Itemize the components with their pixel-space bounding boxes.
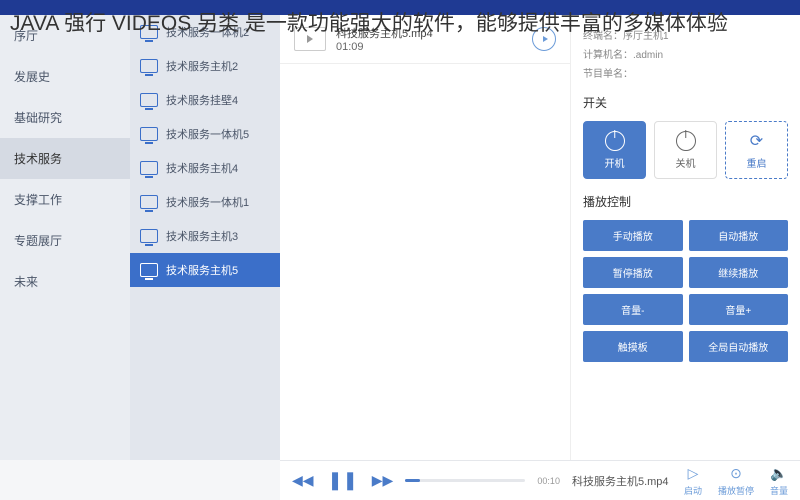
host-item[interactable]: 技术服务主机3 (130, 219, 280, 253)
volume-down-button[interactable]: 音量- (583, 294, 683, 325)
host-item[interactable]: 技术服务一体机1 (130, 185, 280, 219)
nav-item-history[interactable]: 发展史 (0, 56, 130, 97)
video-duration: 01:09 (336, 41, 522, 53)
monitor-icon (140, 93, 158, 107)
speaker-icon: 🔈 (770, 465, 787, 482)
player-bar: ◀◀ ❚❚ ▶▶ 00:10 科技服务主机5.mp4 ▷ 启动 ⊙ 播放暂停 🔈 音量 (280, 460, 800, 500)
pause-button[interactable]: ❚❚ (328, 470, 358, 491)
monitor-icon (140, 127, 158, 141)
host-label: 技术服务主机4 (166, 160, 238, 176)
host-item[interactable]: 技术服务一体机5 (130, 117, 280, 151)
terminal-name-value: 序厅主机1 (623, 31, 669, 42)
host-label: 技术服务主机3 (166, 228, 238, 244)
now-playing-title: 科技服务主机5.mp4 (572, 473, 672, 489)
monitor-icon (140, 195, 158, 209)
host-item[interactable]: 技术服务主机5 (130, 253, 280, 287)
pause-label: 播放暂停 (718, 484, 754, 497)
progress-bar[interactable] (405, 479, 525, 482)
computer-name-value: .admin (633, 50, 663, 61)
monitor-icon (140, 263, 158, 277)
monitor-icon (140, 25, 158, 39)
host-item[interactable]: 技术服务挂壁4 (130, 83, 280, 117)
power-icon (676, 131, 696, 151)
volume-up-button[interactable]: 音量+ (689, 294, 789, 325)
restart-icon: ⟳ (747, 131, 767, 151)
host-label: 技术服务主机2 (166, 58, 238, 74)
power-icon (605, 131, 625, 151)
host-label: 技术服务一体机5 (166, 126, 249, 142)
nav-item-exhibition[interactable]: 专题展厅 (0, 220, 130, 261)
nav-sidebar: 序厅 发展史 基础研究 技术服务 支撑工作 专题展厅 未来 (0, 15, 130, 460)
video-header: 科技服务主机5.mp4 01:09 (280, 15, 570, 64)
power-off-label: 关机 (676, 155, 696, 170)
computer-name-label: 计算机名： (583, 50, 633, 61)
start-label: 启动 (684, 484, 702, 497)
progress-fill (405, 479, 419, 482)
start-action[interactable]: ▷ 启动 (684, 465, 702, 497)
stop-icon: ⊙ (730, 465, 742, 482)
power-on-label: 开机 (605, 155, 625, 170)
video-title: 科技服务主机5.mp4 (336, 25, 522, 41)
app-top-bar (0, 0, 800, 15)
hosts-sidebar: 技术服务一体机2 技术服务主机2 技术服务挂壁4 技术服务一体机5 技术服务主机… (130, 15, 280, 460)
power-section-title: 开关 (583, 94, 788, 111)
forward-button[interactable]: ▶▶ (372, 472, 394, 489)
nav-item-lobby[interactable]: 序厅 (0, 15, 130, 56)
header-play-button[interactable] (532, 27, 556, 51)
monitor-icon (140, 59, 158, 73)
control-panel: 终端名：序厅主机1 计算机名：.admin 节目单名： 开关 开机 关机 ⟳ 重启… (570, 15, 800, 460)
host-item[interactable]: 技术服务一体机2 (130, 15, 280, 49)
power-on-button[interactable]: 开机 (583, 121, 646, 179)
pause-action[interactable]: ⊙ 播放暂停 (718, 465, 754, 497)
global-autoplay-button[interactable]: 全局自动播放 (689, 331, 789, 362)
program-name-label: 节目单名： (583, 69, 633, 80)
auto-play-button[interactable]: 自动播放 (689, 220, 789, 251)
pause-play-button[interactable]: 暂停播放 (583, 257, 683, 288)
terminal-name-label: 终端名： (583, 31, 623, 42)
restart-button[interactable]: ⟳ 重启 (725, 121, 788, 179)
monitor-icon (140, 161, 158, 175)
nav-item-research[interactable]: 基础研究 (0, 97, 130, 138)
video-thumbnail[interactable] (294, 27, 326, 51)
playback-section-title: 播放控制 (583, 193, 788, 210)
host-label: 技术服务挂壁4 (166, 92, 238, 108)
host-item[interactable]: 技术服务主机4 (130, 151, 280, 185)
host-label: 技术服务一体机1 (166, 194, 249, 210)
touchpad-button[interactable]: 触摸板 (583, 331, 683, 362)
restart-label: 重启 (747, 155, 767, 170)
host-item[interactable]: 技术服务主机2 (130, 49, 280, 83)
play-icon (307, 35, 313, 43)
manual-play-button[interactable]: 手动播放 (583, 220, 683, 251)
volume-label: 音量 (770, 484, 788, 497)
nav-item-tech-service[interactable]: 技术服务 (0, 138, 130, 179)
power-off-button[interactable]: 关机 (654, 121, 717, 179)
resume-play-button[interactable]: 继续播放 (689, 257, 789, 288)
nav-item-future[interactable]: 未来 (0, 261, 130, 302)
monitor-icon (140, 229, 158, 243)
host-label: 技术服务主机5 (166, 262, 238, 278)
video-panel: 科技服务主机5.mp4 01:09 (280, 15, 570, 460)
host-label: 技术服务一体机2 (166, 24, 249, 40)
play-icon: ▷ (688, 465, 699, 482)
elapsed-time: 00:10 (537, 476, 560, 486)
play-icon (543, 36, 548, 42)
volume-action[interactable]: 🔈 音量 (770, 465, 788, 497)
rewind-button[interactable]: ◀◀ (292, 472, 314, 489)
nav-item-support[interactable]: 支撑工作 (0, 179, 130, 220)
